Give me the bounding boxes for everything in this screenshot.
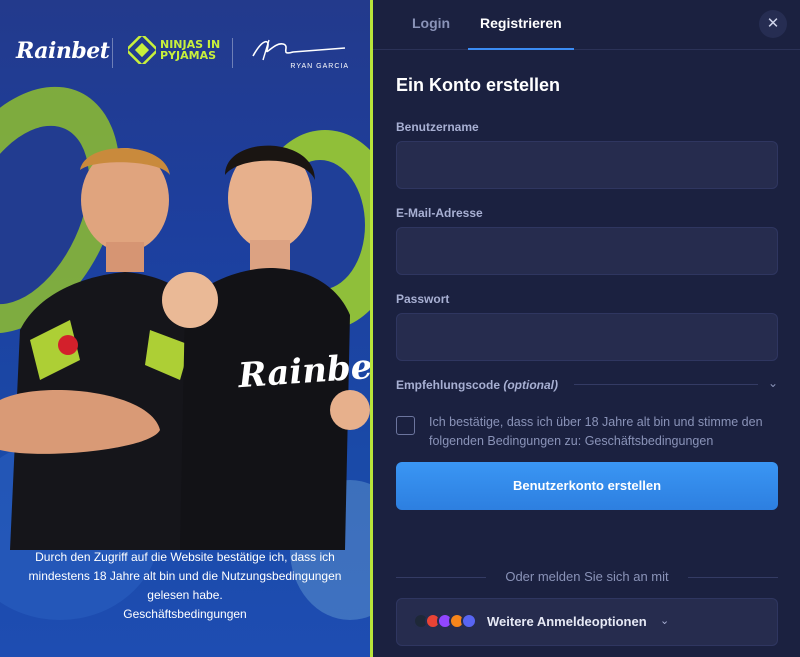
tab-login[interactable]: Login: [412, 15, 450, 50]
close-button[interactable]: ✕: [759, 10, 787, 38]
tab-register[interactable]: Registrieren: [468, 15, 574, 50]
referral-label-text: Empfehlungscode: [396, 378, 501, 392]
auth-tabs: Login Registrieren: [373, 0, 800, 50]
disclaimer-terms-link[interactable]: Geschäftsbedingungen: [123, 607, 246, 621]
referral-label: Empfehlungscode (optional): [396, 378, 558, 392]
ninjas-in-pyjamas-logo: NINJAS IN PYJAMAS: [128, 36, 230, 64]
nip-wordmark: NINJAS IN PYJAMAS: [160, 38, 221, 62]
disclaimer-text: Durch den Zugriff auf die Website bestät…: [28, 550, 342, 602]
terms-text: Ich bestätige, dass ich über 18 Jahre al…: [429, 413, 781, 451]
age-disclaimer: Durch den Zugriff auf die Website bestät…: [14, 548, 356, 624]
password-input[interactable]: [396, 313, 778, 361]
email-input[interactable]: [396, 227, 778, 275]
alt-login-divider: Oder melden Sie sich an mit: [396, 569, 778, 585]
logo-divider: [112, 38, 113, 68]
more-login-options-button[interactable]: Weitere Anmeldeoptionen ⌄: [396, 598, 778, 646]
register-panel: Login Registrieren ✕ Ein Konto erstellen…: [373, 0, 800, 657]
brand-logos: Rainbet NINJAS IN PYJAMAS RYAN GARCIA: [0, 30, 371, 74]
page-title: Ein Konto erstellen: [396, 75, 561, 95]
provider-icons: [413, 613, 477, 631]
close-icon: ✕: [766, 15, 780, 32]
discord-icon: [461, 613, 477, 629]
chevron-down-icon: ⌄: [660, 615, 670, 627]
promo-people-illustration: Rainbet: [0, 145, 371, 550]
username-input[interactable]: [396, 141, 778, 189]
create-account-button[interactable]: Benutzerkonto erstellen: [396, 462, 778, 510]
referral-divider: [574, 384, 758, 385]
signature-icon: [252, 39, 346, 61]
promo-panel: Rainbet NINJAS IN PYJAMAS RYAN GARCIA Ra…: [0, 0, 371, 657]
terms-checkbox[interactable]: [396, 416, 415, 435]
referral-code-toggle[interactable]: Empfehlungscode (optional) ⌄: [396, 376, 778, 392]
nip-mark-icon: [128, 36, 156, 64]
email-label: E-Mail-Adresse: [396, 206, 483, 220]
logo-divider: [232, 38, 233, 68]
username-label: Benutzername: [396, 120, 479, 134]
ryan-garcia-logo: RYAN GARCIA: [249, 36, 349, 70]
divider-line: [688, 577, 778, 578]
ryan-garcia-wordmark: RYAN GARCIA: [290, 63, 349, 70]
password-label: Passwort: [396, 292, 450, 306]
more-options-label: Weitere Anmeldeoptionen: [487, 614, 647, 629]
referral-optional-text: (optional): [503, 378, 559, 392]
chevron-down-icon: ⌄: [767, 376, 778, 390]
terms-link[interactable]: Geschäftsbedingungen: [585, 434, 714, 448]
rainbet-logo: Rainbet: [16, 38, 110, 64]
